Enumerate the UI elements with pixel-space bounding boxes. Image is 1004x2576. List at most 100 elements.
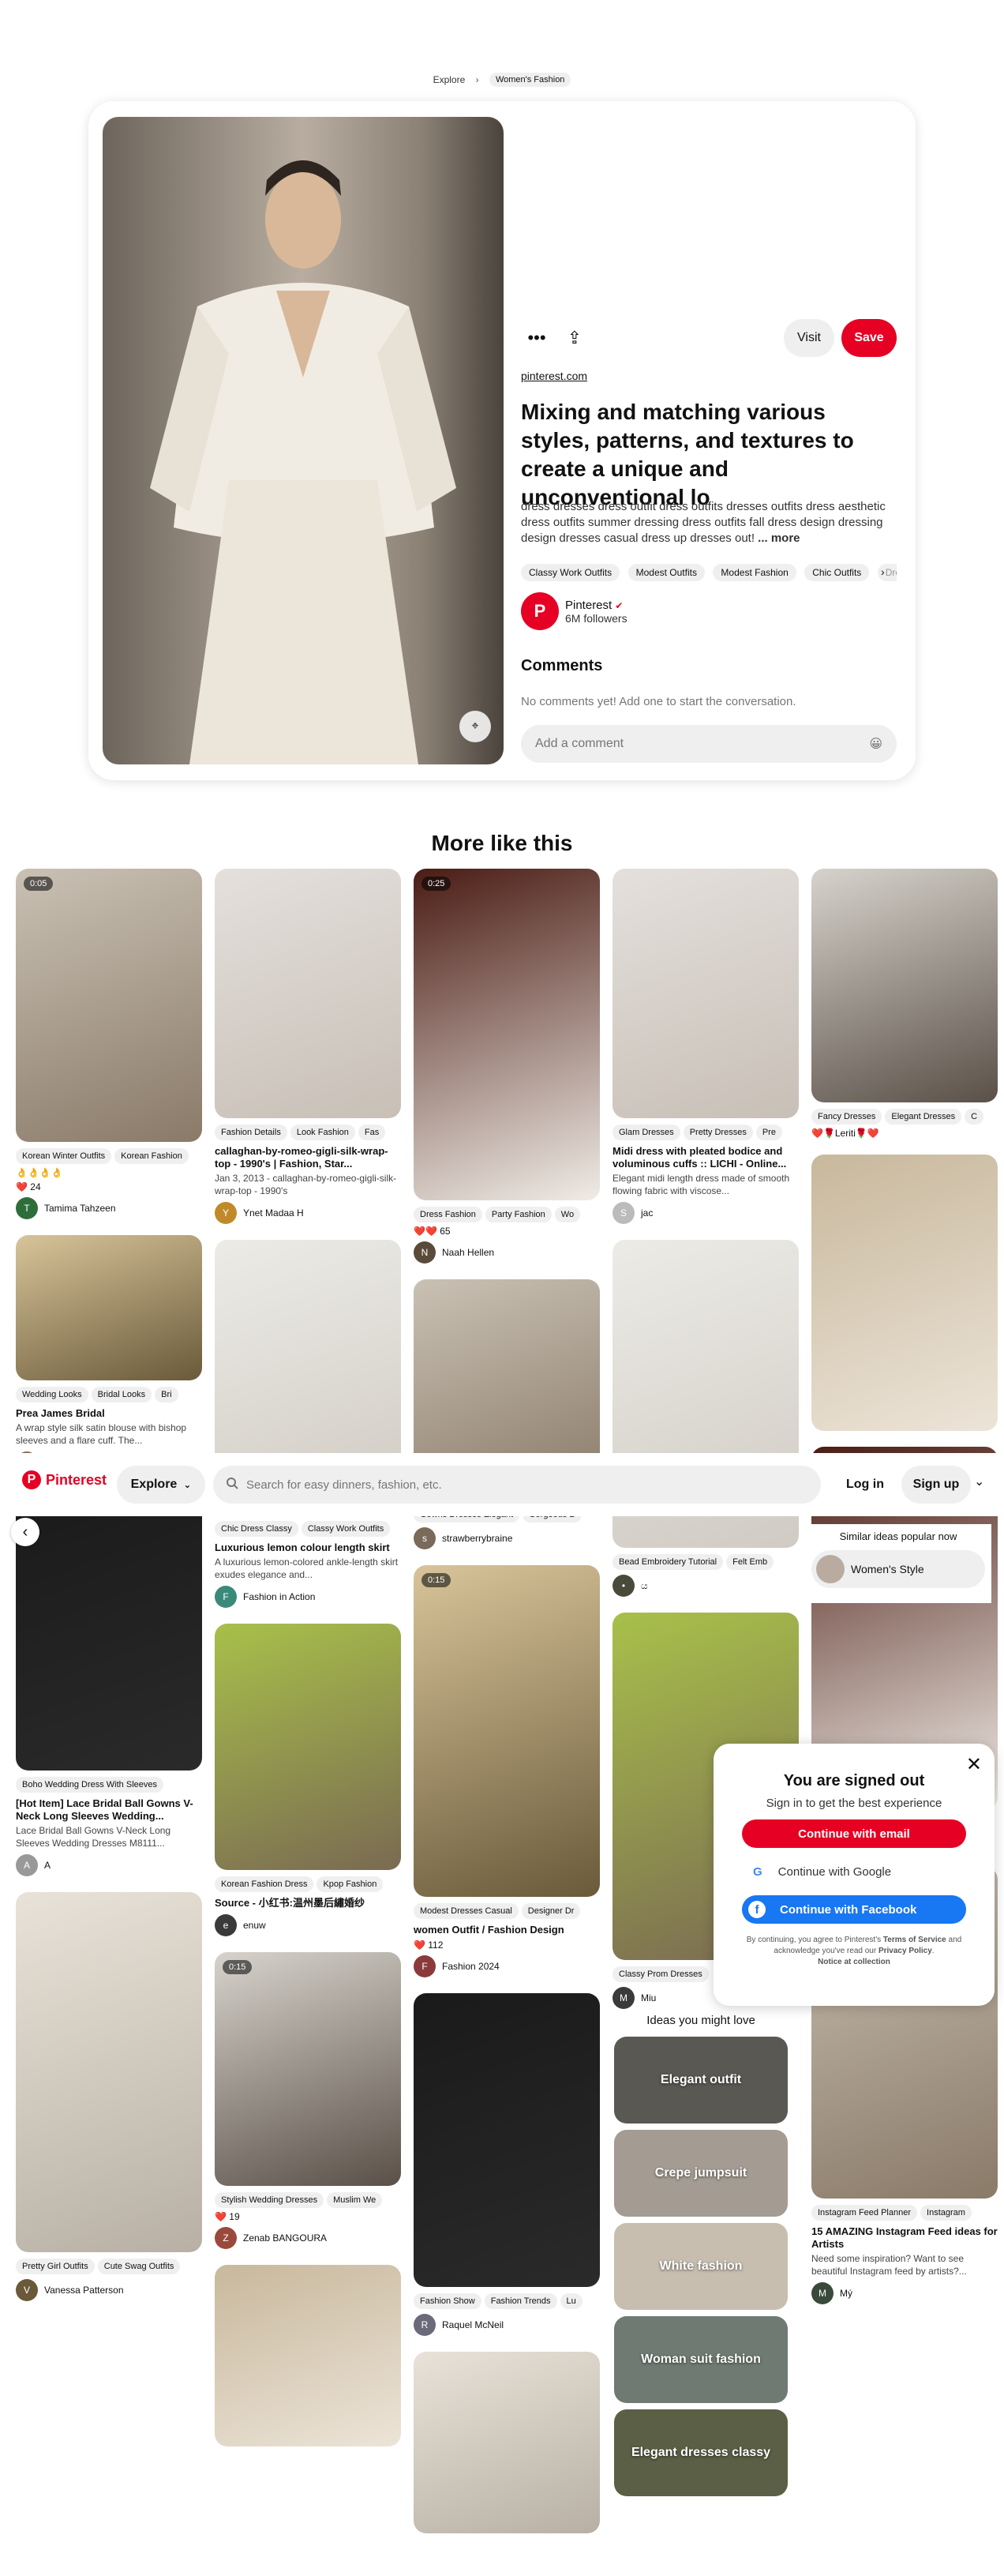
tag-pill[interactable]: Fas [358, 1125, 386, 1140]
pin-author[interactable]: Y Ynet Madaa H [215, 1202, 401, 1224]
tag-pill[interactable]: Modest Dresses Casual [414, 1903, 519, 1919]
pin-card-title[interactable]: Luxurious lemon colour length skirt [215, 1541, 401, 1554]
pin-thumbnail[interactable] [811, 869, 998, 1102]
idea-tile[interactable]: Woman suit fashion [614, 2316, 788, 2403]
profile[interactable]: P Pinterest ✔ 6M followers [521, 592, 628, 630]
emoji-icon[interactable]: 😀 [869, 736, 882, 752]
pin-card-small[interactable]: Boho Wedding Dress With Sleeves [Hot Item… [16, 1489, 202, 1876]
pin-card-small[interactable] [414, 2352, 600, 2533]
tag-pill[interactable]: Pretty Girl Outfits [16, 2259, 95, 2274]
tag-pill[interactable]: Kpop Fashion [317, 1876, 384, 1892]
breadcrumb-category-link[interactable]: Women's Fashion [489, 73, 571, 87]
pin-card-small[interactable]: Pretty Girl Outfits Cute Swag Outfits V Van… [16, 1892, 202, 2301]
pin-card-small[interactable]: 0:25 Dress Fashion Party Fashion Wo ❤️❤️ 65 N… [414, 869, 600, 1264]
similar-idea-item[interactable]: Women's Style [811, 1550, 985, 1588]
tag-pill[interactable]: Fancy Dresses [811, 1109, 882, 1125]
pin-card-title[interactable]: 15 AMAZING Instagram Feed ideas for Arti… [811, 2225, 998, 2251]
pin-thumbnail[interactable] [16, 1892, 202, 2252]
pin-author[interactable]: T Tamima Tahzeen [16, 1197, 202, 1219]
tag-pill[interactable]: Wedding Looks [16, 1387, 88, 1403]
tag-pill[interactable]: Korean Winter Outfits [16, 1148, 112, 1164]
search-input[interactable]: Search for easy dinners, fashion, etc. [213, 1466, 821, 1504]
breadcrumb-explore-link[interactable]: Explore [433, 74, 466, 85]
tag-pill[interactable]: Korean Fashion Dress [215, 1876, 314, 1892]
pin-thumbnail[interactable] [16, 1489, 202, 1771]
idea-tile[interactable]: Crepe jumpsuit [614, 2130, 788, 2217]
tag-pill[interactable]: Instagram Feed Planner [811, 2205, 918, 2221]
tag-pill[interactable]: Glam Dresses [613, 1125, 680, 1140]
pin-card-small[interactable]: Fashion Show Fashion Trends Lu R Raquel McNe… [414, 1993, 600, 2336]
tags-scroll-right-icon[interactable]: › [881, 565, 885, 578]
comment-input[interactable]: Add a comment 😀 [521, 725, 897, 763]
tag-pill[interactable]: Pre [755, 1125, 782, 1140]
pin-card-small[interactable] [811, 1155, 998, 1431]
pin-thumbnail[interactable]: 0:15 [215, 1952, 401, 2186]
tag-pill[interactable]: Modest Outfits [628, 564, 705, 581]
pin-author[interactable]: F Fashion 2024 [414, 1955, 600, 1977]
terms-link[interactable]: Terms of Service [883, 1936, 946, 1944]
pin-author[interactable]: M Mý [811, 2282, 998, 2304]
pin-thumbnail[interactable] [811, 1155, 998, 1431]
pin-author[interactable]: e enuw [215, 1914, 401, 1936]
pin-card-title[interactable]: Prea James Bridal [16, 1407, 202, 1420]
tag-pill[interactable]: Modest Fashion [713, 564, 796, 581]
tag-pill[interactable]: Wo [554, 1207, 581, 1222]
tag-pill[interactable]: Felt Emb [726, 1554, 774, 1570]
notice-link[interactable]: Notice at collection [818, 1958, 890, 1966]
pinterest-logo[interactable]: P Pinterest [22, 1470, 107, 1489]
pin-card-small[interactable]: 0:15 Stylish Wedding Dresses Muslim We ❤️ 1… [215, 1952, 401, 2249]
pin-thumbnail[interactable] [414, 2352, 600, 2533]
tag-pill[interactable]: Muslim We [327, 2192, 383, 2208]
pin-card-small[interactable]: Fancy Dresses Elegant Dresses C ❤️🌹Leriti🌹❤… [811, 869, 998, 1139]
source-link[interactable]: pinterest.com [521, 370, 587, 382]
pin-thumbnail[interactable] [215, 1624, 401, 1870]
pin-thumbnail[interactable] [613, 869, 799, 1118]
pin-thumbnail[interactable] [215, 869, 401, 1118]
continue-email-button[interactable]: Continue with email [742, 1819, 966, 1848]
tag-pill[interactable]: Fashion Details [215, 1125, 287, 1140]
visit-button[interactable]: Visit [784, 319, 834, 357]
back-arrow-icon[interactable]: ‹ [11, 1518, 39, 1546]
pin-thumbnail[interactable]: 0:05 [16, 869, 202, 1142]
pin-author[interactable]: Z Zenab BANGOURA [215, 2227, 401, 2249]
pin-card-small[interactable]: Korean Fashion Dress Kpop Fashion Source -… [215, 1624, 401, 1936]
idea-tile[interactable]: Elegant dresses classy [614, 2409, 788, 2496]
pin-author[interactable]: R Raquel McNeil [414, 2314, 600, 2336]
pin-card-title[interactable]: [Hot Item] Lace Bridal Ball Gowns V-Neck… [16, 1797, 202, 1823]
tag-pill[interactable]: C [965, 1109, 984, 1125]
tag-pill[interactable]: Bead Embroidery Tutorial [613, 1554, 724, 1570]
chevron-down-icon[interactable]: ⌄ [974, 1474, 984, 1489]
tag-pill[interactable]: Designer Dr [521, 1903, 581, 1919]
tag-pill[interactable]: Instagram [920, 2205, 972, 2221]
visual-search-icon[interactable]: ⌖ [459, 711, 491, 742]
pin-author[interactable]: F Fashion in Action [215, 1586, 401, 1608]
pin-card-small[interactable]: 0:05 Korean Winter Outfits Korean Fashion 👌… [16, 869, 202, 1219]
tag-pill[interactable]: Classy Prom Dresses [613, 1966, 709, 1982]
tag-pill[interactable]: Bridal Looks [91, 1387, 152, 1403]
pin-thumbnail[interactable] [215, 2265, 401, 2446]
tag-pill[interactable]: Bri [155, 1387, 178, 1403]
tag-pill[interactable]: Dress Fashion [414, 1207, 482, 1222]
continue-facebook-button[interactable]: f Continue with Facebook [742, 1895, 966, 1924]
tag-pill[interactable]: Cute Swag Outfits [97, 2259, 181, 2274]
explore-button[interactable]: Explore ⌄ [117, 1466, 205, 1504]
pin-card-title[interactable]: Midi dress with pleated bodice and volum… [613, 1145, 799, 1170]
save-button[interactable]: Save [841, 319, 897, 357]
more-link[interactable]: ... more [758, 531, 800, 545]
pin-card-small[interactable]: Bead Embroidery Tutorial Felt Emb • ය [613, 1240, 799, 1597]
pin-author[interactable]: s strawberrybraine [414, 1527, 600, 1549]
tag-pill[interactable]: Chic Outfits [804, 564, 870, 581]
pin-card-small[interactable] [215, 2265, 401, 2446]
tag-pill[interactable]: Fashion Trends [484, 2293, 557, 2309]
tag-pill[interactable]: Party Fashion [485, 1207, 552, 1222]
login-button[interactable]: Log in [830, 1466, 900, 1504]
tag-pill[interactable]: Fashion Show [414, 2293, 481, 2309]
pin-card-title[interactable]: callaghan-by-romeo-gigli-silk-wrap-top -… [215, 1145, 401, 1170]
tag-pill[interactable]: Pretty Dresses [683, 1125, 753, 1140]
pin-author[interactable]: N Naah Hellen [414, 1241, 600, 1264]
pin-author[interactable]: Sjac [613, 1202, 799, 1224]
pin-card-small[interactable]: Chic Dress Classy Classy Work Outfits Luxu… [215, 1240, 401, 1608]
tag-pill[interactable]: Classy Work Outfits [521, 564, 620, 581]
pin-card-small[interactable]: 0:15 Modest Dresses Casual Designer Dr wome… [414, 1565, 600, 1977]
pin-thumbnail[interactable] [16, 1235, 202, 1380]
